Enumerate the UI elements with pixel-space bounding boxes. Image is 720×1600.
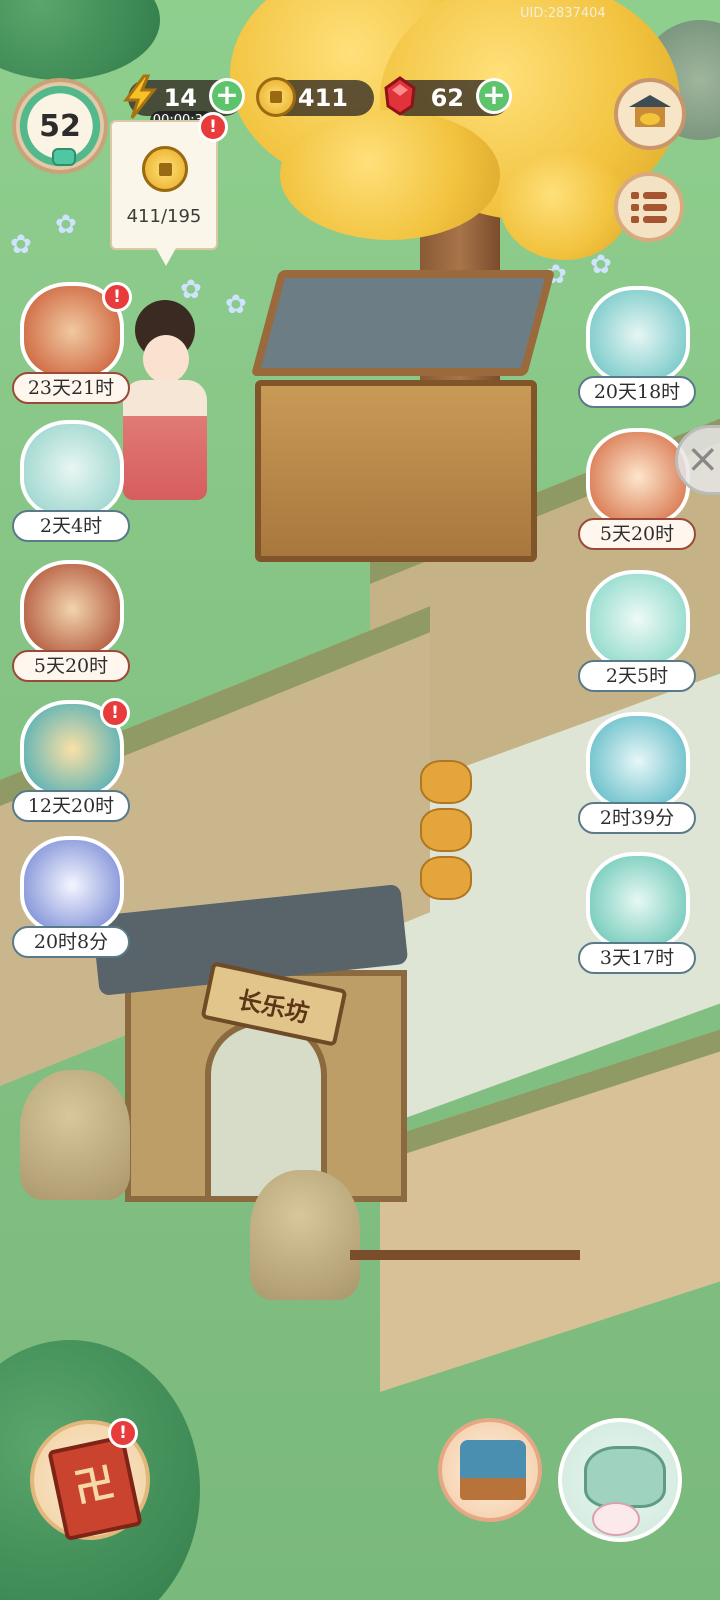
add-energy-button[interactable]: +: [209, 78, 245, 114]
task-list-button[interactable]: [614, 172, 684, 242]
alert-badge: !: [108, 1418, 138, 1448]
level-gem-icon: [52, 148, 76, 166]
spring-cat-icon: [586, 286, 690, 384]
event-autumn-scroll[interactable]: 23天21时 !: [12, 282, 136, 410]
pavilion-icon: [629, 95, 671, 127]
kite-icon: [20, 836, 124, 934]
cat-lantern: [420, 760, 472, 804]
add-gems-button[interactable]: +: [476, 78, 512, 114]
blue-flower: ✿: [225, 290, 247, 320]
blue-flower: ✿: [55, 210, 77, 240]
blue-flower: ✿: [10, 230, 32, 260]
coin-tooltip-text: 411/195: [126, 206, 202, 227]
event-timer: 23天21时: [12, 372, 130, 404]
stall-counter: [255, 380, 537, 562]
cat-lantern: [420, 856, 472, 900]
fabric-stall[interactable]: [250, 270, 556, 562]
shop-stall-button[interactable]: [438, 1418, 542, 1522]
event-fortune-cat[interactable]: 2天4时: [12, 420, 136, 548]
gift-cat-icon: [586, 852, 690, 950]
stall-icon: [460, 1440, 526, 1500]
event-timer: 5天20时: [578, 518, 696, 550]
cat-lantern-pole: [420, 760, 480, 910]
stone-lion-right: [250, 1170, 360, 1300]
event-kite[interactable]: 20时8分: [12, 836, 136, 964]
event-timer: 2天5时: [578, 660, 696, 692]
event-timer: 5天20时: [12, 650, 130, 682]
teahouse-button[interactable]: [558, 1418, 682, 1542]
event-timer: 12天20时: [12, 790, 130, 822]
user-id: UID:2837404: [520, 6, 606, 21]
ruby-icon: [384, 76, 416, 116]
coin-cat-icon: [20, 420, 124, 518]
alert-badge: !: [100, 698, 130, 728]
list-icon: [631, 192, 667, 223]
event-timer: 2天4时: [12, 510, 130, 542]
copper-coin-icon: [256, 77, 296, 117]
dye-drying-rack: [350, 1250, 580, 1390]
event-phoenix-bowl[interactable]: 12天20时 !: [12, 698, 136, 828]
character-face: [143, 335, 189, 383]
rabbit-bun-icon: [592, 1502, 640, 1536]
changle-gate[interactable]: 长乐坊: [91, 880, 415, 1202]
coin-tooltip: 411/195: [110, 120, 218, 266]
blue-flower: ✿: [590, 250, 612, 280]
copper-coin-icon: [142, 146, 188, 192]
stall-roof: [250, 270, 556, 376]
event-tea-set[interactable]: 5天20时: [12, 560, 136, 688]
event-timer: 3天17时: [578, 942, 696, 974]
event-bubble-cat[interactable]: 2天5时: [578, 570, 702, 698]
gem-counter: 62 +: [384, 76, 512, 116]
coin-counter: 411: [256, 77, 374, 117]
event-gift-cat[interactable]: 3天17时: [578, 852, 702, 980]
jade-cake-icon: [586, 712, 690, 810]
event-timer: 20时8分: [12, 926, 130, 958]
stone-lion-left: [20, 1070, 130, 1200]
teapot-icon: [20, 560, 124, 658]
alert-badge: !: [102, 282, 132, 312]
journal-book-icon: 卍: [47, 1434, 143, 1542]
cat-lantern: [420, 808, 472, 852]
gem-value: 62: [430, 84, 464, 112]
coin-value: 411: [297, 84, 348, 112]
event-timer: 20天18时: [578, 376, 696, 408]
shop-button[interactable]: [614, 78, 686, 150]
bubble-cat-icon: [586, 570, 690, 668]
fan-cat-icon: [586, 428, 690, 526]
alert-badge: !: [198, 112, 228, 142]
event-timer: 2时39分: [578, 802, 696, 834]
energy-value: 14: [163, 84, 197, 112]
ginkgo-crown: [500, 150, 630, 260]
teapot-icon: [584, 1446, 666, 1508]
event-jade-cake[interactable]: 2时39分: [578, 712, 702, 840]
event-hot-spring-cat[interactable]: 20天18时: [578, 286, 702, 414]
ginkgo-crown: [280, 110, 500, 240]
player-level: 52: [39, 108, 81, 144]
